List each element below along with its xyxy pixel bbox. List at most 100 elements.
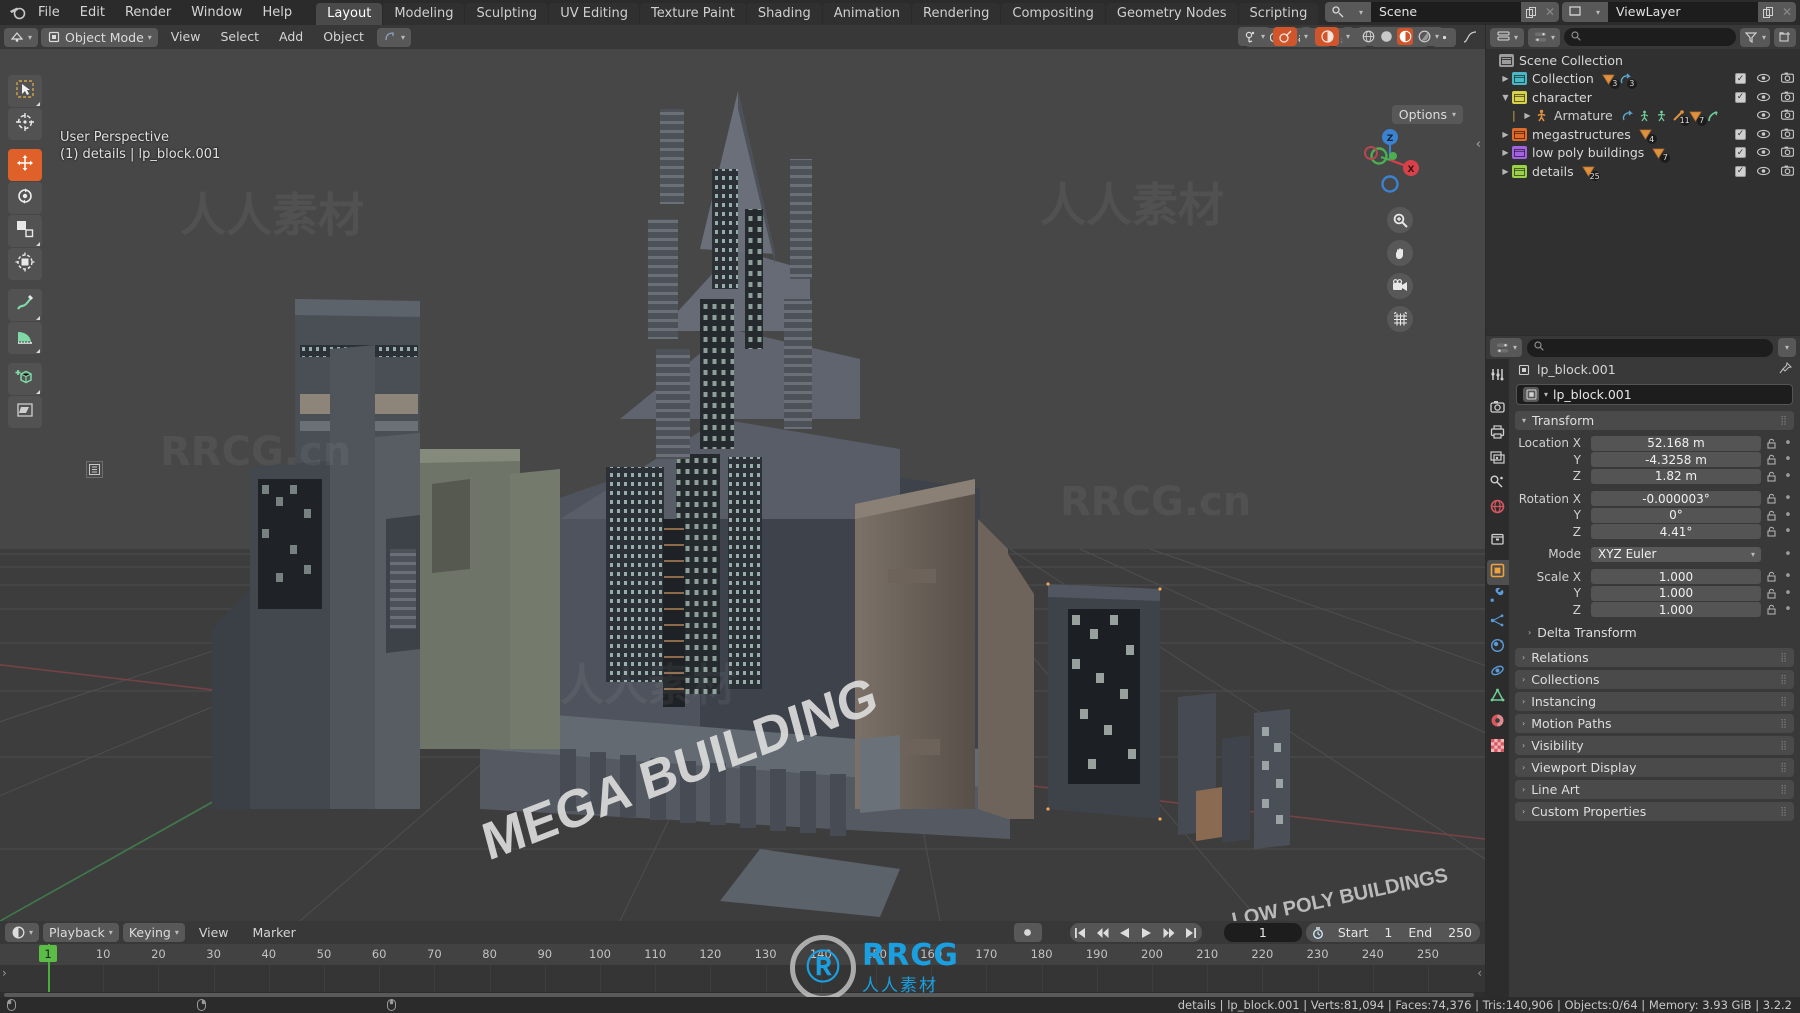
interaction-mode-selector[interactable]: Object Mode ▾ xyxy=(41,27,158,47)
playhead-frame-label[interactable]: 1 xyxy=(39,945,57,962)
workspace-tab-compositing[interactable]: Compositing xyxy=(1001,3,1105,25)
lock-icon[interactable] xyxy=(1765,588,1778,599)
end-frame-value[interactable]: 250 xyxy=(1440,923,1480,942)
workspace-tab-layout[interactable]: Layout xyxy=(316,3,383,25)
viewport-menu-view[interactable]: View xyxy=(161,27,211,47)
menu-help[interactable]: Help xyxy=(253,3,303,23)
output-tab[interactable] xyxy=(1487,421,1509,446)
timeline-ruler[interactable]: 10 20 30 40 50 60 70 80 90 100 110 120 130 140 150 160 1… xyxy=(0,944,1485,965)
measure-tool[interactable] xyxy=(8,322,42,354)
lock-icon[interactable] xyxy=(1765,604,1778,615)
scene-duplicate-icon[interactable] xyxy=(1521,2,1541,22)
add-cube-tool[interactable] xyxy=(8,363,42,395)
animate-property-icon[interactable]: • xyxy=(1782,524,1794,539)
camera-render-icon[interactable] xyxy=(1781,127,1794,142)
blender-logo-icon[interactable] xyxy=(6,3,28,23)
grip-icon[interactable]: ⣿ xyxy=(1780,416,1787,425)
object-name-field[interactable]: ▾ lp_block.001 xyxy=(1516,384,1793,405)
auto-keying-toggle[interactable] xyxy=(1013,923,1042,942)
viewport-3d[interactable]: MEGA BUILDING LOW POLY BUILDINGS User Pe… xyxy=(0,49,1485,921)
camera-render-icon[interactable] xyxy=(1781,164,1794,179)
animate-property-icon[interactable]: • xyxy=(1782,469,1794,484)
editor-type-selector[interactable]: ▾ xyxy=(4,27,39,47)
current-frame-field[interactable]: 1 xyxy=(1223,923,1302,942)
properties-editor-type-selector[interactable]: ▾ xyxy=(1490,338,1523,357)
tweak-tool[interactable] xyxy=(8,75,42,107)
navigation-gizmo[interactable]: Z X xyxy=(1357,127,1423,193)
play-reverse-icon[interactable] xyxy=(1114,923,1136,942)
outliner-row-scene-collection[interactable]: Scene Collection xyxy=(1486,51,1800,70)
view-layer-tab[interactable] xyxy=(1487,446,1509,471)
outliner-filter-button[interactable]: ▾ xyxy=(1739,27,1770,47)
play-icon[interactable] xyxy=(1136,923,1158,942)
outliner-editor-type-selector[interactable]: ▾ xyxy=(1490,27,1525,47)
data-tab[interactable] xyxy=(1487,685,1509,710)
physics-tab[interactable] xyxy=(1487,635,1509,660)
viewport-menu-add[interactable]: Add xyxy=(269,27,313,47)
eye-icon[interactable] xyxy=(1756,145,1771,160)
material-preview-icon[interactable] xyxy=(1397,28,1414,45)
move-tool[interactable] xyxy=(8,149,42,181)
particles-tab[interactable] xyxy=(1487,610,1509,635)
grip-icon[interactable]: ⣿ xyxy=(1780,741,1787,750)
jump-end-icon[interactable] xyxy=(1180,923,1202,942)
timeline-body[interactable]: 10 20 30 40 50 60 70 80 90 100 110 120 130 140 150 160 1… xyxy=(0,944,1485,997)
grip-icon[interactable]: ⣿ xyxy=(1780,763,1787,772)
transform-row-value[interactable]: 1.000 xyxy=(1591,602,1761,618)
outliner-row-details[interactable]: ▶ details 25 ✓ xyxy=(1486,162,1800,182)
viewlayer-duplicate-icon[interactable] xyxy=(1758,2,1778,22)
workspace-tab-scripting[interactable]: Scripting xyxy=(1238,3,1319,25)
timeline-view-menu[interactable]: View xyxy=(189,923,239,943)
chevron-left-icon[interactable]: ‹ xyxy=(1476,137,1481,152)
workspace-tab-modeling[interactable]: Modeling xyxy=(383,3,465,25)
scene-selector[interactable]: ▾ Scene ✕ xyxy=(1325,2,1559,22)
outliner-search-input[interactable] xyxy=(1564,28,1736,46)
lock-icon[interactable] xyxy=(1765,510,1778,521)
timeline-editor-type-selector[interactable]: ▾ xyxy=(5,923,40,942)
workspace-tab-animation[interactable]: Animation xyxy=(822,3,911,25)
constraints-tab[interactable] xyxy=(1487,660,1509,685)
workspace-tab-uv-editing[interactable]: UV Editing xyxy=(549,3,640,25)
panel-header-relations[interactable]: › Relations ⣿ xyxy=(1515,648,1794,667)
world-tab[interactable] xyxy=(1487,496,1509,521)
prev-keyframe-icon[interactable] xyxy=(1092,923,1114,942)
xray-toggle[interactable] xyxy=(1315,27,1340,46)
menu-render[interactable]: Render xyxy=(115,3,181,23)
checkbox-exclude[interactable]: ✓ xyxy=(1735,165,1746,177)
properties-expand-button[interactable]: ▾ xyxy=(1777,338,1796,357)
panel-header-motion-paths[interactable]: › Motion Paths ⣿ xyxy=(1515,714,1794,733)
panel-header-visibility[interactable]: › Visibility ⣿ xyxy=(1515,736,1794,755)
scene-browse-caret[interactable]: ▾ xyxy=(1351,2,1371,22)
grip-icon[interactable]: ⣿ xyxy=(1780,697,1787,706)
keying-menu[interactable]: Keying ▾ xyxy=(122,923,185,942)
lock-icon[interactable] xyxy=(1765,526,1778,537)
cursor-tool[interactable] xyxy=(8,108,42,140)
outliner-display-mode-selector[interactable]: ▾ xyxy=(1528,27,1561,47)
viewlayer-browse-caret[interactable]: ▾ xyxy=(1588,2,1608,22)
use-preview-range-icon[interactable] xyxy=(1306,923,1330,942)
properties-editor[interactable]: ▾ ▾ lp_block.001 ▾ lp_block.001 ▾ Transf… xyxy=(1486,336,1800,997)
outliner-tree[interactable]: Scene Collection ▶ Collection 3 3 ✓ ▼ character… xyxy=(1486,49,1800,182)
delta-transform-subpanel-header[interactable]: › Delta Transform xyxy=(1521,623,1794,642)
overlays-popover-caret[interactable]: ▾ xyxy=(1300,27,1313,46)
eye-icon[interactable] xyxy=(1756,127,1771,142)
timeline-marker-menu[interactable]: Marker xyxy=(243,923,306,943)
lock-icon[interactable] xyxy=(1765,454,1778,465)
viewport-menu-object[interactable]: Object xyxy=(313,27,374,47)
wireframe-icon[interactable] xyxy=(1361,30,1375,44)
animate-property-icon[interactable]: • xyxy=(1782,452,1794,467)
workspace-tab-sculpting[interactable]: Sculpting xyxy=(465,3,549,25)
pan-hand-icon[interactable] xyxy=(1387,240,1413,266)
outliner-row-character[interactable]: ▼ character ✓ xyxy=(1486,88,1800,107)
menu-window[interactable]: Window xyxy=(181,3,252,23)
pin-icon[interactable] xyxy=(1779,361,1793,378)
panel-header-viewport-display[interactable]: › Viewport Display ⣿ xyxy=(1515,758,1794,777)
viewlayer-name[interactable]: ViewLayer xyxy=(1608,2,1758,22)
scale-tool[interactable] xyxy=(8,215,42,247)
disclosure-icon[interactable]: ▶ xyxy=(1499,74,1512,83)
transform-panel-header[interactable]: ▾ Transform ⣿ xyxy=(1515,411,1794,430)
workspace-tab-rendering[interactable]: Rendering xyxy=(912,3,1001,25)
transform-row-value[interactable]: 52.168 m xyxy=(1591,435,1761,451)
viewlayer-selector[interactable]: ▾ ViewLayer ✕ xyxy=(1562,2,1796,22)
transform-row-value[interactable]: 1.82 m xyxy=(1591,468,1761,484)
